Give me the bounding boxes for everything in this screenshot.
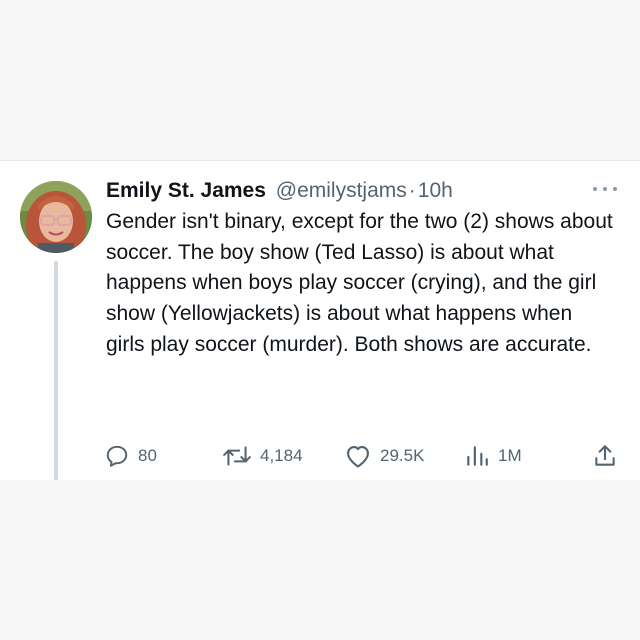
view-count: 1M	[498, 446, 522, 465]
avatar-photo	[20, 181, 92, 253]
timestamp[interactable]: 10h	[418, 179, 453, 202]
reply-icon	[106, 445, 128, 467]
retweet-button[interactable]: 4,184	[222, 439, 303, 473]
views-icon	[467, 446, 488, 466]
reply-count: 80	[138, 446, 157, 465]
heart-icon	[347, 445, 369, 468]
like-count: 29.5K	[380, 446, 425, 465]
like-button[interactable]: 29.5K	[344, 439, 424, 473]
retweet-count: 4,184	[260, 446, 303, 465]
share-icon	[595, 445, 615, 466]
top-margin-area	[0, 0, 640, 160]
share-button[interactable]	[592, 439, 618, 473]
thread-line	[54, 261, 58, 481]
tweet-text: Gender isn't binary, except for the two …	[106, 210, 613, 356]
reply-button[interactable]: 80	[104, 439, 157, 473]
retweet-icon	[223, 446, 251, 466]
more-horizontal-icon[interactable]	[590, 181, 620, 197]
action-bar: 80 4,184 29.5K 1M	[104, 439, 624, 473]
bottom-margin-area	[0, 480, 640, 640]
separator-dot: ·	[408, 179, 416, 202]
tweet-header: Emily St. James @emilystjams·10h	[106, 177, 453, 205]
author-name[interactable]: Emily St. James	[106, 179, 266, 202]
author-handle[interactable]: @emilystjams	[276, 179, 407, 202]
tweet-card[interactable]: Emily St. James @emilystjams·10h Gender …	[0, 160, 640, 481]
avatar[interactable]	[20, 181, 92, 253]
views-button[interactable]: 1M	[464, 439, 522, 473]
